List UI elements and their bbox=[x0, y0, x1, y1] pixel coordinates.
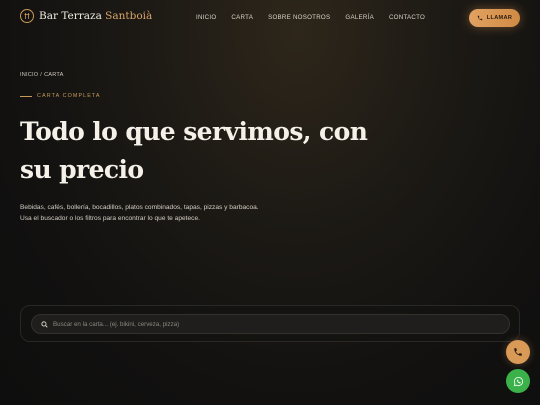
eyebrow-text: CARTA COMPLETA bbox=[37, 93, 101, 99]
nav-link-contacto[interactable]: CONTACTO bbox=[389, 14, 425, 21]
search-box[interactable] bbox=[31, 314, 510, 334]
breadcrumb-home[interactable]: INICIO bbox=[20, 72, 38, 78]
nav-link-sobre-nosotros[interactable]: SOBRE NOSOTROS bbox=[268, 14, 330, 21]
eyebrow-divider bbox=[20, 95, 32, 97]
nav-link-carta[interactable]: CARTA bbox=[231, 14, 253, 21]
nav-link-inicio[interactable]: INICIO bbox=[196, 14, 216, 21]
call-button[interactable]: LLAMAR bbox=[469, 9, 520, 27]
section-eyebrow: CARTA COMPLETA bbox=[20, 93, 101, 99]
main-nav: INICIO CARTA SOBRE NOSOTROS GALERÍA CONT… bbox=[196, 14, 440, 21]
site-header: Bar Terraza Santboià INICIO CARTA SOBRE … bbox=[0, 0, 540, 38]
search-icon bbox=[41, 320, 48, 328]
breadcrumb-separator: / bbox=[40, 72, 43, 78]
call-button-label: LLAMAR bbox=[486, 15, 513, 21]
page-description: Bebidas, cafés, bollería, bocadillos, pl… bbox=[20, 204, 259, 222]
site-logo[interactable]: Bar Terraza Santboià bbox=[20, 9, 152, 23]
whatsapp-icon bbox=[513, 376, 523, 386]
phone-icon bbox=[514, 348, 522, 356]
search-input[interactable] bbox=[53, 320, 493, 328]
logo-text-accent: Santboià bbox=[105, 10, 153, 22]
breadcrumb: INICIO / CARTA bbox=[20, 72, 64, 78]
nav-link-galeria[interactable]: GALERÍA bbox=[345, 14, 374, 21]
floating-call-button[interactable] bbox=[506, 340, 530, 364]
breadcrumb-current: CARTA bbox=[44, 72, 64, 78]
logo-text: Bar Terraza Santboià bbox=[39, 10, 152, 22]
logo-mark-icon bbox=[20, 9, 34, 23]
search-panel bbox=[20, 305, 520, 342]
page-title: Todo lo que servimos, con su precio bbox=[20, 117, 368, 184]
logo-text-main: Bar Terraza bbox=[39, 10, 102, 22]
phone-icon bbox=[477, 15, 483, 21]
floating-whatsapp-button[interactable] bbox=[506, 369, 530, 393]
